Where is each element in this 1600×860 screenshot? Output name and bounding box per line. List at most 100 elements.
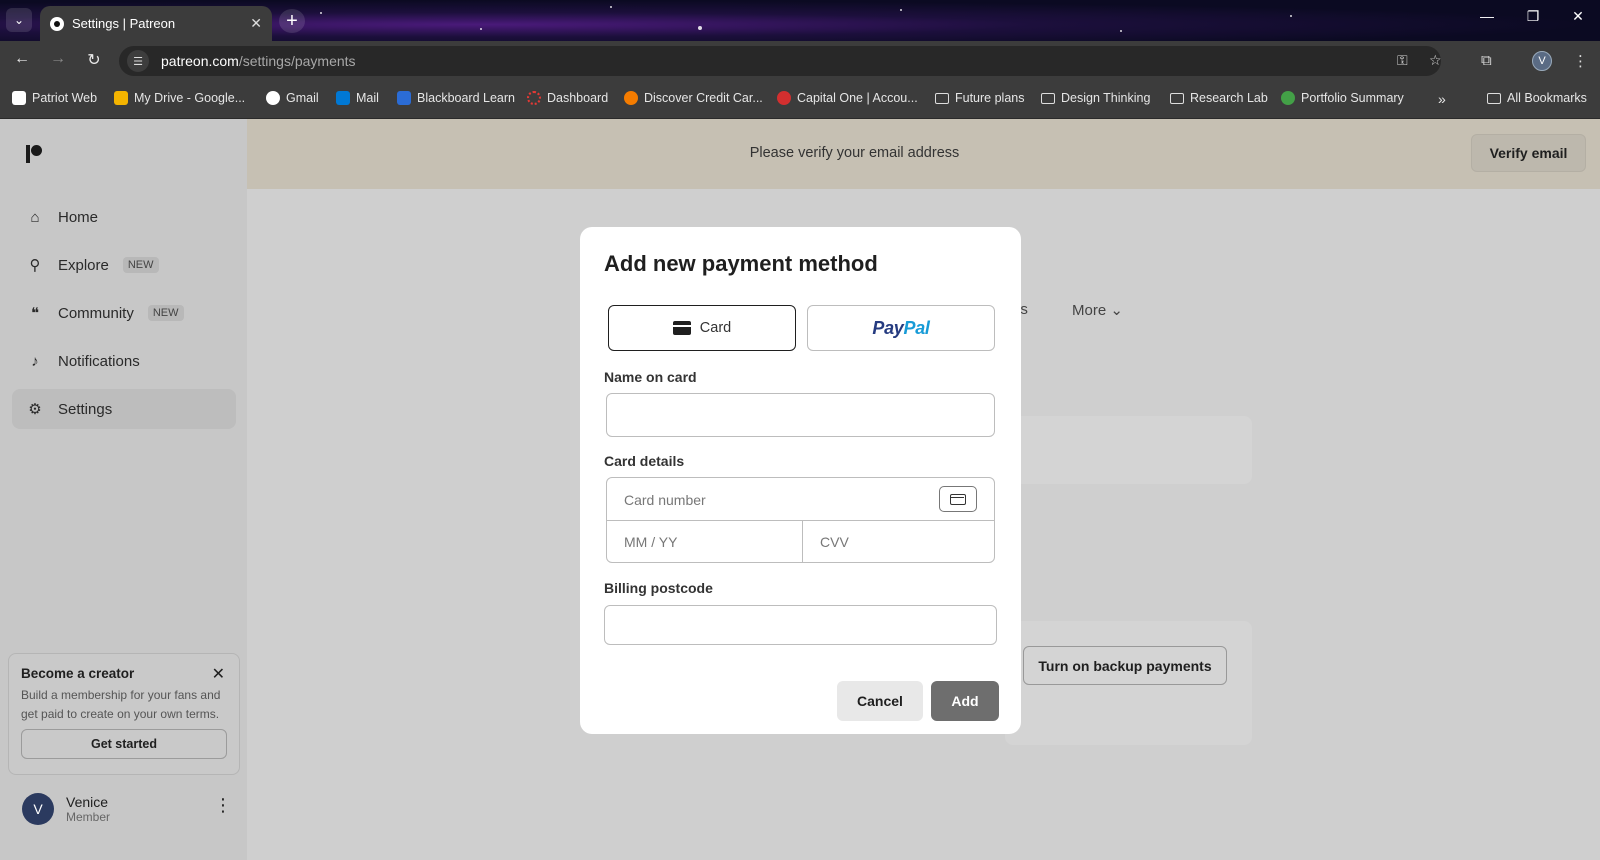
bookmark-label: Blackboard Learn [417, 91, 515, 105]
cvv-input[interactable]: CVV [803, 521, 994, 562]
gear-icon: ⚙ [28, 401, 42, 418]
user-role: Member [66, 810, 111, 824]
background-star [698, 26, 702, 30]
become-creator-card: Become a creator ✕ Build a membership fo… [8, 653, 240, 775]
bookmark-label: Future plans [955, 91, 1025, 105]
bookmark-star-icon[interactable]: ☆ [1429, 52, 1442, 69]
bookmark-item[interactable]: My Drive - Google... [114, 91, 245, 105]
card-brand-icon [939, 486, 977, 512]
bookmark-label: Patriot Web [32, 91, 98, 105]
patriot-web-icon [12, 91, 26, 105]
patreon-logo[interactable] [26, 145, 42, 163]
tab-search-button[interactable]: ⌄ [6, 8, 32, 32]
expiry-placeholder: MM / YY [624, 534, 678, 550]
sidebar-item-home[interactable]: ⌂ Home [12, 197, 236, 237]
bookmark-item[interactable]: Design Thinking [1041, 91, 1150, 105]
bookmarks-bar: Patriot Web My Drive - Google... Gmail M… [0, 80, 1600, 119]
address-bar[interactable]: ☰ patreon.com/settings/payments ⚿ ☆ [119, 46, 1442, 76]
sidebar-item-label: Home [58, 208, 99, 226]
card-number-input[interactable]: Card number [607, 478, 994, 521]
extensions-icon[interactable]: ⧉ [1481, 52, 1492, 69]
forward-arrow-icon[interactable]: → [47, 50, 69, 68]
sidebar-item-label: Settings [58, 400, 113, 418]
patreon-favicon-icon [50, 16, 64, 31]
close-tab-icon[interactable]: ✕ [250, 15, 262, 32]
bell-icon: ♪ [31, 352, 39, 370]
user-profile-row[interactable]: V Venice Member ⋮ [22, 789, 232, 829]
new-tab-button[interactable]: + [279, 9, 305, 33]
verify-email-text: Please verify your email address [749, 145, 960, 161]
more-options-icon[interactable]: ⋮ [214, 795, 232, 816]
search-icon: ⚲ [29, 257, 41, 274]
google-icon [266, 91, 280, 105]
sidebar: ⌂ Home ⚲ Explore NEW ❝ Community NEW ♪ N… [0, 119, 247, 860]
paypal-method-button[interactable]: PayPal [807, 305, 995, 351]
more-bookmarks-icon[interactable]: » [1438, 91, 1446, 107]
sidebar-item-community[interactable]: ❝ Community NEW [12, 293, 236, 333]
site-info-icon[interactable]: ☰ [127, 50, 149, 72]
outlook-icon [336, 91, 350, 105]
expiry-input[interactable]: MM / YY [607, 521, 802, 562]
bookmark-item[interactable]: Gmail [266, 91, 319, 105]
bookmark-label: Mail [356, 91, 379, 105]
profile-avatar[interactable]: V [1532, 51, 1552, 71]
all-bookmarks[interactable]: All Bookmarks [1487, 91, 1587, 105]
bookmark-item[interactable]: Patriot Web [12, 91, 97, 105]
add-button[interactable]: Add [931, 681, 999, 721]
google-drive-icon [114, 91, 128, 105]
add-payment-method-dialog: Add new payment method Card PayPal Name … [580, 227, 1021, 734]
minimize-icon[interactable]: — [1472, 8, 1502, 24]
name-on-card-label: Name on card [604, 369, 697, 385]
sidebar-item-label: Explore [58, 256, 109, 274]
get-started-button[interactable]: Get started [21, 729, 227, 759]
bookmark-item[interactable]: Blackboard Learn [397, 91, 515, 105]
reload-icon[interactable]: ↻ [83, 50, 105, 70]
browser-tab[interactable]: Settings | Patreon ✕ [40, 6, 272, 41]
card-method-label: Card [699, 320, 732, 336]
close-icon[interactable]: ✕ [212, 664, 225, 684]
bookmark-item[interactable]: Mail [336, 91, 379, 105]
bookmark-item[interactable]: Research Lab [1170, 91, 1268, 105]
name-on-card-input[interactable] [606, 393, 995, 437]
close-window-icon[interactable]: ✕ [1563, 8, 1593, 25]
bookmark-label: Discover Credit Car... [644, 91, 763, 105]
turn-on-backup-payments-button[interactable]: Turn on backup payments [1023, 646, 1227, 685]
sidebar-item-label: Community [58, 304, 134, 322]
verify-email-button[interactable]: Verify email [1471, 134, 1586, 172]
dialog-title: Add new payment method [604, 251, 878, 276]
card-details-label: Card details [604, 453, 685, 469]
payment-method-selector: Card PayPal [608, 305, 995, 351]
avatar[interactable]: V [22, 793, 54, 825]
bookmark-item[interactable]: Portfolio Summary [1281, 91, 1404, 105]
bookmark-item[interactable]: Dashboard [527, 91, 608, 105]
bookmark-label: Capital One | Accou... [797, 91, 918, 105]
folder-icon [1041, 92, 1055, 104]
bookmark-item[interactable]: Future plans [935, 91, 1024, 105]
menu-kebab-icon[interactable]: ⋮ [1573, 52, 1588, 70]
bookmark-label: Gmail [286, 91, 319, 105]
bookmark-label: Research Lab [1190, 91, 1268, 105]
new-badge: NEW [122, 257, 159, 273]
portfolio-icon [1281, 91, 1295, 105]
bookmark-label: Portfolio Summary [1301, 91, 1404, 105]
verify-email-banner: Please verify your email address Verify … [247, 119, 1600, 189]
all-bookmarks-label: All Bookmarks [1507, 91, 1587, 105]
card-number-placeholder: Card number [624, 492, 706, 508]
password-key-icon[interactable]: ⚿ [1397, 52, 1408, 69]
url-path: /settings/payments [238, 53, 356, 69]
sidebar-item-settings[interactable]: ⚙ Settings [12, 389, 236, 429]
bookmark-item[interactable]: Capital One | Accou... [777, 91, 918, 105]
back-arrow-icon[interactable]: ← [11, 50, 33, 68]
more-tab[interactable]: More ⌄ [1072, 301, 1123, 319]
bookmark-item[interactable]: Discover Credit Car... [624, 91, 763, 105]
sidebar-item-explore[interactable]: ⚲ Explore NEW [12, 245, 236, 285]
paypal-logo-part: Pay [872, 317, 904, 338]
cancel-button[interactable]: Cancel [837, 681, 923, 721]
card-method-button[interactable]: Card [608, 305, 796, 351]
restore-icon[interactable]: ❐ [1518, 8, 1548, 25]
discover-icon [624, 91, 638, 105]
credit-card-icon [672, 321, 691, 335]
sidebar-item-notifications[interactable]: ♪ Notifications [12, 341, 236, 381]
capital-one-icon [777, 91, 791, 105]
billing-postcode-input[interactable] [604, 605, 997, 645]
